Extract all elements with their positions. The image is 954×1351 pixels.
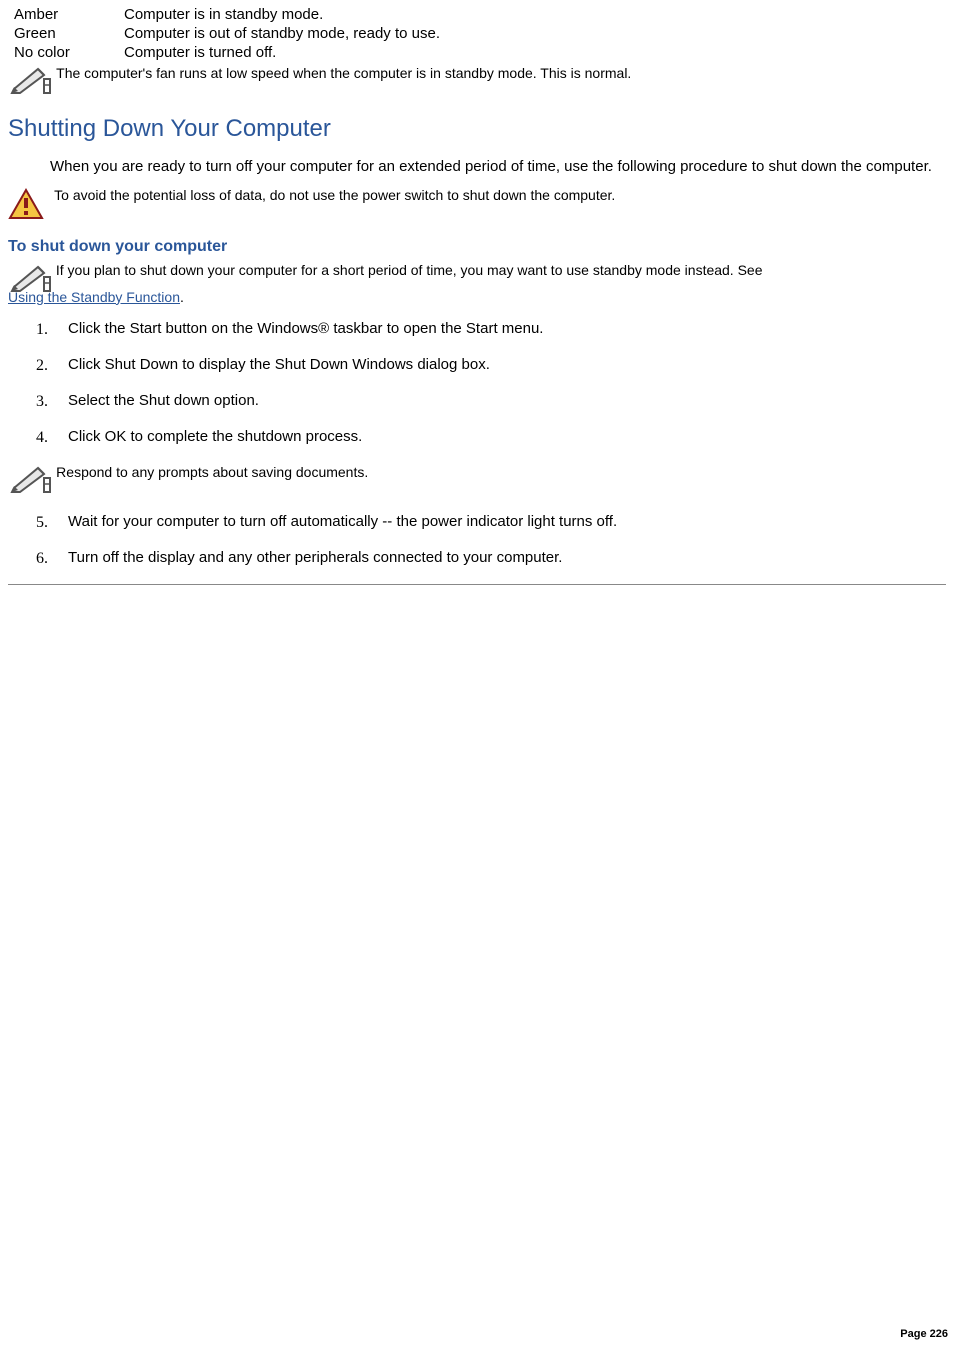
list-item: Click the Start button on the Windows® t…	[8, 319, 946, 339]
note-respond: Respond to any prompts about saving docu…	[8, 464, 946, 494]
status-table: Amber Computer is in standby mode. Green…	[8, 6, 440, 63]
table-row: Amber Computer is in standby mode.	[8, 6, 440, 25]
status-color: Amber	[8, 6, 124, 25]
note-post: .	[180, 289, 184, 305]
pencil-icon	[8, 464, 52, 494]
pencil-icon	[8, 65, 52, 95]
note-fan: The computer's fan runs at low speed whe…	[8, 65, 946, 95]
table-row: Green Computer is out of standby mode, r…	[8, 25, 440, 44]
status-color: Green	[8, 25, 124, 44]
warning-icon	[8, 188, 44, 220]
status-meaning: Computer is in standby mode.	[124, 6, 440, 25]
status-color: No color	[8, 44, 124, 63]
caution-text: To avoid the potential loss of data, do …	[48, 187, 615, 203]
table-row: No color Computer is turned off.	[8, 44, 440, 63]
list-item: Click OK to complete the shutdown proces…	[8, 427, 946, 447]
note-shutdown: If you plan to shut down your computer f…	[8, 262, 946, 304]
list-item: Wait for your computer to turn off autom…	[8, 512, 946, 532]
link-standby[interactable]: Using the Standby Function	[8, 289, 180, 305]
intro-text: When you are ready to turn off your comp…	[50, 157, 946, 177]
caution-note: To avoid the potential loss of data, do …	[8, 187, 946, 220]
note-pre: If you plan to shut down your computer f…	[56, 262, 763, 278]
status-meaning: Computer is turned off.	[124, 44, 440, 63]
steps-list-1: Click the Start button on the Windows® t…	[8, 319, 946, 448]
list-item: Click Shut Down to display the Shut Down…	[8, 355, 946, 375]
note-text: Respond to any prompts about saving docu…	[56, 464, 368, 480]
steps-list-2: Wait for your computer to turn off autom…	[8, 512, 946, 569]
status-meaning: Computer is out of standby mode, ready t…	[124, 25, 440, 44]
note-text: The computer's fan runs at low speed whe…	[56, 65, 631, 81]
section-heading: Shutting Down Your Computer	[8, 115, 946, 143]
list-item: Select the Shut down option.	[8, 391, 946, 411]
divider	[8, 584, 946, 585]
page-number: Page 226	[900, 1328, 948, 1340]
subsection-heading: To shut down your computer	[8, 238, 946, 256]
list-item: Turn off the display and any other perip…	[8, 548, 946, 568]
